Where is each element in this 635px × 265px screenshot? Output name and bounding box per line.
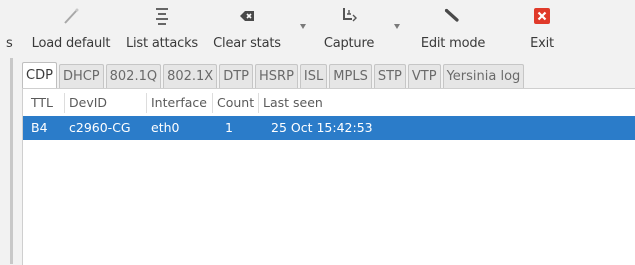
tab-vtp[interactable]: VTP — [407, 64, 441, 88]
column-header-count[interactable]: Count — [213, 93, 259, 113]
table-header: TTL DevID Interface Count Last seen — [23, 93, 635, 113]
capture-icon — [338, 2, 360, 30]
list-attacks-button[interactable]: List attacks — [121, 0, 203, 58]
load-default-label: Load default — [31, 36, 111, 51]
cell-last-seen: 25 Oct 15:42:53 — [271, 120, 373, 135]
exit-label: Exit — [530, 36, 554, 51]
column-header-ttl[interactable]: TTL — [27, 93, 65, 113]
cell-devid: c2960-CG — [69, 120, 131, 135]
toolbar: s Load default List attacks Clear stats … — [0, 0, 635, 58]
capture-label: Capture — [323, 36, 375, 51]
wand-icon — [60, 2, 82, 30]
edit-mode-label: Edit mode — [420, 36, 486, 51]
list-attacks-label: List attacks — [125, 36, 199, 51]
exit-button[interactable]: Exit — [522, 0, 562, 58]
tab-802-1q[interactable]: 802.1Q — [105, 64, 162, 88]
tab-isl[interactable]: ISL — [299, 64, 328, 88]
cdp-panel: TTL DevID Interface Count Last seen B4 c… — [22, 88, 635, 265]
column-header-interface[interactable]: Interface — [147, 93, 213, 113]
tab-hsrp[interactable]: HSRP — [255, 64, 298, 88]
column-header-last-seen[interactable]: Last seen — [259, 93, 459, 113]
capture-button[interactable]: Capture — [316, 0, 382, 58]
table-row[interactable]: B4 c2960-CG eth0 1 25 Oct 15:42:53 — [23, 116, 635, 140]
clear-icon — [236, 2, 258, 30]
tab-dtp[interactable]: DTP — [219, 64, 254, 88]
protocol-tabs: CDP DHCP 802.1Q 802.1X DTP HSRP ISL MPLS… — [22, 62, 526, 88]
clear-stats-button[interactable]: Clear stats — [205, 0, 289, 58]
edit-dropdown-arrow-icon[interactable] — [394, 24, 400, 29]
exit-icon — [531, 2, 553, 30]
toolbar-cut-label[interactable]: s — [6, 36, 13, 51]
edit-wand-icon — [442, 2, 464, 30]
tab-dhcp[interactable]: DHCP — [58, 64, 104, 88]
window-left-edge — [10, 58, 13, 264]
cell-interface: eth0 — [151, 120, 180, 135]
tab-802-1x[interactable]: 802.1X — [163, 64, 218, 88]
list-icon — [152, 2, 172, 30]
tab-cdp[interactable]: CDP — [22, 62, 57, 88]
capture-dropdown-arrow-icon[interactable] — [300, 24, 306, 29]
column-header-devid[interactable]: DevID — [65, 93, 147, 113]
clear-stats-label: Clear stats — [213, 36, 281, 51]
tab-mpls[interactable]: MPLS — [329, 64, 372, 88]
cell-count: 1 — [225, 120, 233, 135]
load-default-button[interactable]: Load default — [25, 0, 117, 58]
tab-stp[interactable]: STP — [373, 64, 406, 88]
edit-mode-button[interactable]: Edit mode — [414, 0, 492, 58]
cell-ttl: B4 — [31, 120, 48, 135]
tab-yersinia-log[interactable]: Yersinia log — [442, 64, 525, 88]
